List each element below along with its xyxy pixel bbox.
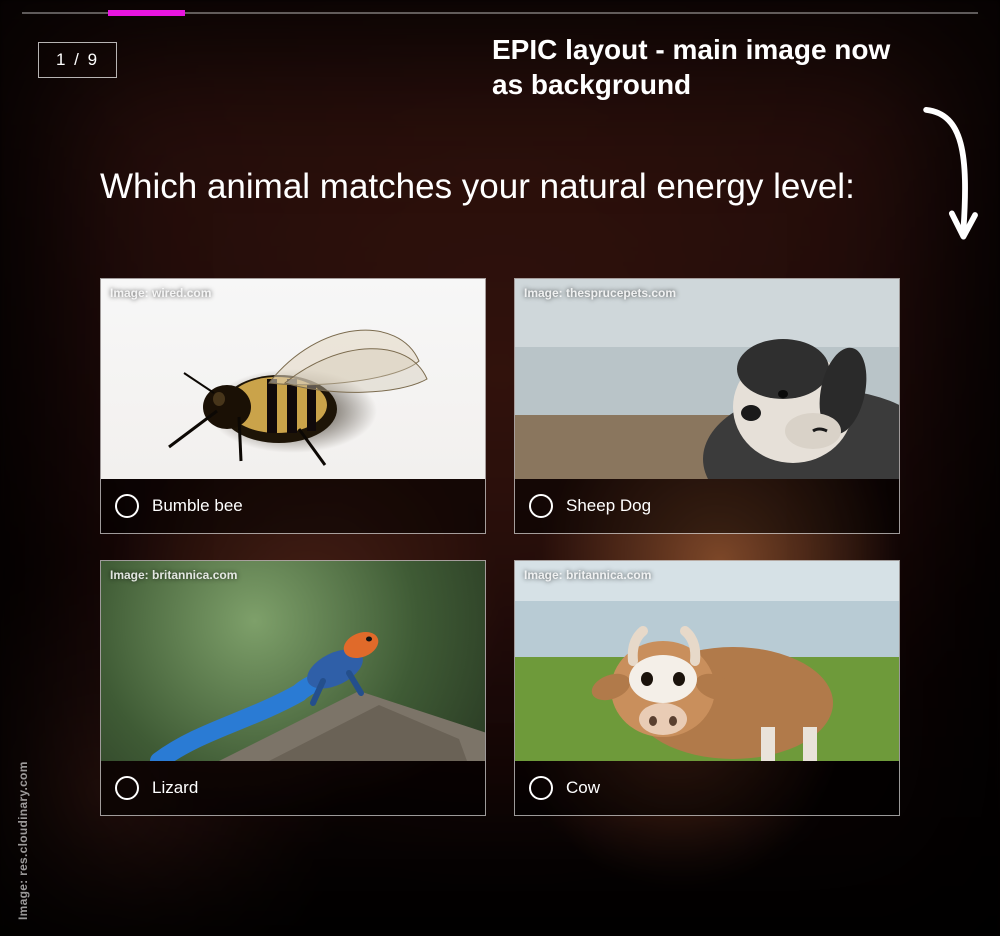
image-credit: Image: wired.com — [110, 286, 211, 300]
option-sheep-dog[interactable]: Image: thesprucepets.com Sheep Dog — [514, 278, 900, 534]
radio-icon — [529, 776, 553, 800]
option-image: Image: wired.com — [101, 279, 485, 479]
options-grid: Image: wired.com Bumble bee — [100, 278, 900, 816]
option-image: Image: thesprucepets.com — [515, 279, 899, 479]
question-text: Which animal matches your natural energy… — [100, 165, 900, 209]
option-image: Image: britannica.com — [101, 561, 485, 761]
radio-icon — [529, 494, 553, 518]
option-label-bar: Bumble bee — [101, 479, 485, 533]
progress-fill — [108, 10, 184, 16]
annotation-arrow-icon — [922, 72, 980, 272]
option-bumble-bee[interactable]: Image: wired.com Bumble bee — [100, 278, 486, 534]
option-label: Cow — [566, 778, 600, 798]
option-lizard[interactable]: Image: britannica.com Lizard — [100, 560, 486, 816]
option-label-bar: Cow — [515, 761, 899, 815]
option-label: Bumble bee — [152, 496, 243, 516]
option-image: Image: britannica.com — [515, 561, 899, 761]
background-credit: Image: res.cloudinary.com — [16, 761, 30, 920]
option-label: Lizard — [152, 778, 198, 798]
option-label: Sheep Dog — [566, 496, 651, 516]
image-credit: Image: thesprucepets.com — [524, 286, 676, 300]
option-cow[interactable]: Image: britannica.com Cow — [514, 560, 900, 816]
image-credit: Image: britannica.com — [110, 568, 237, 582]
radio-icon — [115, 494, 139, 518]
option-label-bar: Sheep Dog — [515, 479, 899, 533]
option-label-bar: Lizard — [101, 761, 485, 815]
progress-bar — [22, 12, 978, 14]
page-counter: 1 / 9 — [38, 42, 117, 78]
quiz-frame: 1 / 9 EPIC layout - main image now as ba… — [0, 0, 1000, 936]
layout-annotation: EPIC layout - main image now as backgrou… — [492, 32, 922, 102]
image-credit: Image: britannica.com — [524, 568, 651, 582]
annotation-text: EPIC layout - main image now as backgrou… — [492, 34, 890, 100]
radio-icon — [115, 776, 139, 800]
